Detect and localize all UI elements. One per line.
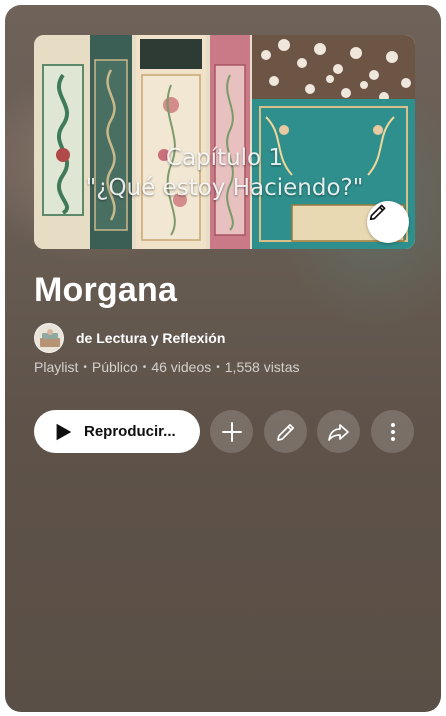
playlist-title: Morgana xyxy=(34,271,178,309)
meta-separator: • xyxy=(142,361,147,373)
playlist-header-card: Capítulo 1 "¿Qué estoy Haciendo?" Morgan… xyxy=(5,5,441,712)
playlist-meta: Playlist • Público • 46 videos • 1,558 v… xyxy=(34,359,299,375)
more-actions-button[interactable] xyxy=(371,410,414,453)
playlist-visibility[interactable]: Público xyxy=(92,359,138,375)
thumbnail-overlay-line2: "¿Qué estoy Haciendo?" xyxy=(85,175,364,201)
channel-name[interactable]: de Lectura y Reflexión xyxy=(76,330,225,346)
thumbnail-overlay-text: Capítulo 1 "¿Qué estoy Haciendo?" xyxy=(34,143,415,203)
avatar-image xyxy=(35,324,63,352)
playlist-views: 1,558 vistas xyxy=(224,359,300,375)
playlist-video-count: 46 videos xyxy=(151,359,212,375)
edit-playlist-button[interactable] xyxy=(264,410,307,453)
thumbnail-overlay-line1: Capítulo 1 xyxy=(165,145,284,171)
play-all-button[interactable]: Reproducir... xyxy=(34,410,200,453)
channel-row[interactable]: de Lectura y Reflexión xyxy=(34,323,225,353)
pencil-icon xyxy=(276,423,294,441)
play-all-label: Reproducir... xyxy=(84,423,176,440)
share-icon xyxy=(327,423,349,441)
plus-icon xyxy=(221,421,242,442)
playlist-thumbnail[interactable]: Capítulo 1 "¿Qué estoy Haciendo?" xyxy=(34,35,415,249)
playlist-type: Playlist xyxy=(34,359,79,375)
more-vert-icon xyxy=(390,422,395,441)
channel-avatar[interactable] xyxy=(34,323,64,353)
play-icon xyxy=(56,423,72,440)
share-button[interactable] xyxy=(317,410,360,453)
edit-thumbnail-button[interactable] xyxy=(367,201,409,243)
thumbnail-artwork xyxy=(34,35,415,249)
meta-separator: • xyxy=(83,361,87,373)
meta-separator: • xyxy=(216,361,220,373)
add-to-library-button[interactable] xyxy=(210,410,253,453)
pencil-icon xyxy=(369,204,386,221)
